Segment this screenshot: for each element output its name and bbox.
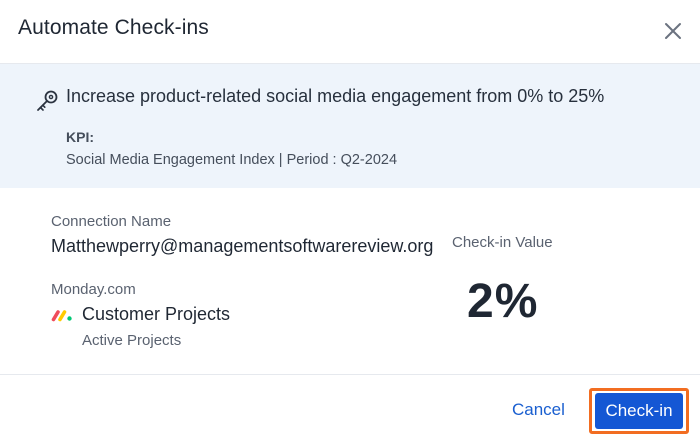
objective-title: Increase product-related social media en… [66, 86, 605, 106]
source-app-label: Monday.com [51, 281, 136, 298]
checkin-button-highlight: Check-in [589, 388, 689, 434]
checkin-button[interactable]: Check-in [595, 393, 683, 429]
dialog-title: Automate Check-ins [18, 16, 209, 39]
group-name: Active Projects [82, 332, 182, 349]
close-button[interactable] [660, 18, 686, 44]
kpi-label: KPI: [66, 129, 94, 145]
close-icon [665, 23, 681, 39]
connection-name-label: Connection Name [51, 213, 172, 230]
board-name: Customer Projects [82, 304, 231, 324]
monday-logo-icon [51, 310, 72, 322]
key-icon [37, 90, 58, 111]
objective-panel: Increase product-related social media en… [0, 64, 700, 188]
checkin-value: 2% [467, 275, 539, 328]
cancel-button[interactable]: Cancel [496, 393, 581, 427]
checkin-value-label: Check-in Value [452, 234, 553, 251]
connection-name-value: Matthewperry@managementsoftwarereview.or… [51, 236, 434, 256]
kpi-detail: Social Media Engagement Index | Period :… [66, 152, 398, 168]
automate-checkins-dialog: Automate Check-ins Increase product-rela… [0, 0, 700, 442]
dialog-footer: Cancel Check-in [0, 374, 700, 442]
dialog-header: Automate Check-ins [0, 0, 700, 64]
